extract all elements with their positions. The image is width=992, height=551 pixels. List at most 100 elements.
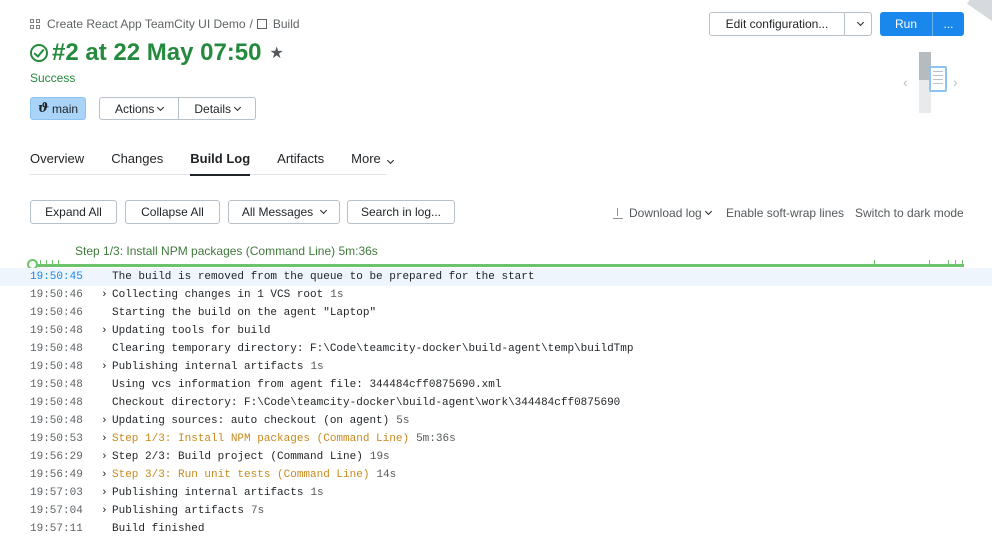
build-timeline[interactable] <box>32 264 964 267</box>
expand-chevron-icon[interactable]: › <box>101 433 112 445</box>
actions-details-group: Actions Details <box>99 97 257 120</box>
log-timestamp: 19:50:46 <box>30 289 83 301</box>
chevron-right-icon[interactable]: › <box>953 74 958 90</box>
log-duration: 5s <box>396 415 410 427</box>
minimap-viewport[interactable] <box>929 66 947 92</box>
log-message: Updating sources: auto checkout (on agen… <box>112 415 390 427</box>
actions-label: Actions <box>115 101 155 116</box>
tab-more-label: More <box>351 151 381 166</box>
breadcrumb-project-link[interactable]: Create React App TeamCity UI Demo <box>47 17 246 31</box>
log-duration: 14s <box>376 469 397 481</box>
tab-overview[interactable]: Overview <box>30 151 84 175</box>
all-messages-dropdown[interactable]: All Messages <box>228 200 340 224</box>
log-row[interactable]: 19:50:48 Checkout directory: F:\Code\team… <box>0 394 992 412</box>
expand-chevron-icon[interactable]: › <box>101 325 112 337</box>
branch-badge[interactable]: ϑ main <box>30 97 87 120</box>
corner-fold-icon <box>966 0 992 21</box>
log-message: Step 2/3: Build project (Command Line) <box>112 451 363 463</box>
chevron-down-icon <box>856 18 864 27</box>
log-duration: 5m:36s <box>416 433 456 445</box>
log-row[interactable]: 19:50:46 › Collecting changes in 1 VCS roo… <box>0 286 992 304</box>
log-message: Using vcs information from agent file: 3… <box>112 379 502 391</box>
timeline-tick <box>58 260 59 265</box>
tab-changes[interactable]: Changes <box>111 151 163 175</box>
log-row[interactable]: 19:50:46 Starting the build on the agent … <box>0 304 992 322</box>
log-timestamp: 19:50:53 <box>30 433 83 445</box>
tab-artifacts[interactable]: Artifacts <box>277 151 324 175</box>
log-timestamp: 19:50:45 <box>30 271 83 283</box>
build-log: 19:50:45 The build is removed from the qu… <box>0 268 992 538</box>
log-message: Starting the build on the agent "Laptop" <box>112 307 377 319</box>
build-config-icon <box>256 19 267 29</box>
edit-configuration-button[interactable]: Edit configuration... <box>710 13 844 35</box>
timeline-tick <box>948 260 949 265</box>
run-custom-button[interactable]: ... <box>932 12 964 36</box>
expand-chevron-icon[interactable]: › <box>101 469 112 481</box>
dark-mode-toggle[interactable]: Switch to dark mode <box>855 206 964 220</box>
timeline-tick <box>46 260 47 265</box>
star-icon[interactable]: ★ <box>269 43 283 63</box>
breadcrumb-build-config-link[interactable]: Build <box>273 17 300 31</box>
tab-build-log[interactable]: Build Log <box>190 151 250 176</box>
log-row[interactable]: 19:50:48 › Publishing internal artifacts 1s <box>0 358 992 376</box>
soft-wrap-toggle[interactable]: Enable soft-wrap lines <box>726 206 844 220</box>
breadcrumb-separator: / <box>249 17 253 31</box>
download-log-link[interactable]: Download log <box>613 206 712 220</box>
edit-configuration-button-group: Edit configuration... <box>709 12 872 36</box>
log-row[interactable]: 19:50:53 › Step 1/3: Install NPM packages … <box>0 430 992 448</box>
log-message: Collecting changes in 1 VCS root <box>112 289 324 301</box>
log-duration: 1s <box>310 361 324 373</box>
build-status-text: Success <box>30 71 76 85</box>
expand-chevron-icon[interactable]: › <box>101 289 112 301</box>
all-messages-label: All Messages <box>241 205 314 219</box>
expand-chevron-icon[interactable]: › <box>101 487 112 499</box>
chevron-down-icon <box>704 207 712 216</box>
chevron-down-icon <box>387 156 395 165</box>
log-row[interactable]: 19:50:45 The build is removed from the qu… <box>0 268 992 286</box>
log-message: Build finished <box>112 523 205 535</box>
timeline-tick <box>52 260 53 265</box>
timeline-tick <box>929 260 930 265</box>
expand-chevron-icon[interactable]: › <box>101 361 112 373</box>
edit-configuration-dropdown[interactable] <box>844 13 871 35</box>
log-row[interactable]: 19:50:48 › Updating sources: auto checkout… <box>0 412 992 430</box>
log-row[interactable]: 19:56:49 › Step 3/3: Run unit tests (Comma… <box>0 466 992 484</box>
log-row[interactable]: 19:57:11 Build finished <box>0 520 992 538</box>
log-row[interactable]: 19:50:48 Using vcs information from agent… <box>0 376 992 394</box>
log-message: Publishing internal artifacts <box>112 361 304 373</box>
timeline-tick <box>40 260 41 265</box>
log-row[interactable]: 19:56:29 › Step 2/3: Build project (Comman… <box>0 448 992 466</box>
build-tabs: Overview Changes Build Log Artifacts Mor… <box>30 151 395 176</box>
log-row[interactable]: 19:50:48 › Updating tools for build <box>0 322 992 340</box>
log-row[interactable]: 19:50:48 Clearing temporary directory: F:… <box>0 340 992 358</box>
timeline-tick <box>874 260 875 265</box>
log-timestamp: 19:50:48 <box>30 325 83 337</box>
actions-button[interactable]: Actions <box>100 98 178 119</box>
log-message: Step 1/3: Install NPM packages (Command … <box>112 433 410 445</box>
chevron-left-icon[interactable]: ‹ <box>903 74 908 90</box>
log-row[interactable]: 19:57:04 › Publishing artifacts 7s <box>0 502 992 520</box>
log-message: Publishing internal artifacts <box>112 487 304 499</box>
expand-chevron-icon[interactable]: › <box>101 415 112 427</box>
search-in-log-button[interactable]: Search in log... <box>347 200 455 224</box>
expand-chevron-icon[interactable]: › <box>101 451 112 463</box>
run-button[interactable]: Run <box>880 12 932 36</box>
log-timestamp: 19:57:04 <box>30 505 83 517</box>
timeline-tick <box>955 260 956 265</box>
branch-label: main <box>52 101 79 116</box>
build-header: #2 at 22 May 07:50 ★ <box>30 39 284 67</box>
collapse-all-button[interactable]: Collapse All <box>125 200 220 224</box>
log-duration: 19s <box>369 451 390 463</box>
download-log-label: Download log <box>629 206 702 220</box>
details-button[interactable]: Details <box>178 98 255 119</box>
timeline-step-label: Step 1/3: Install NPM packages (Command … <box>75 244 378 258</box>
chevron-down-icon <box>157 103 165 111</box>
log-timestamp: 19:50:48 <box>30 379 83 391</box>
success-check-icon <box>30 44 48 62</box>
log-message: Step 3/3: Run unit tests (Command Line) <box>112 469 370 481</box>
log-row[interactable]: 19:57:03 › Publishing internal artifacts 1s <box>0 484 992 502</box>
log-duration: 1s <box>310 487 324 499</box>
expand-all-button[interactable]: Expand All <box>30 200 117 224</box>
tab-more[interactable]: More <box>351 151 395 175</box>
expand-chevron-icon[interactable]: › <box>101 505 112 517</box>
